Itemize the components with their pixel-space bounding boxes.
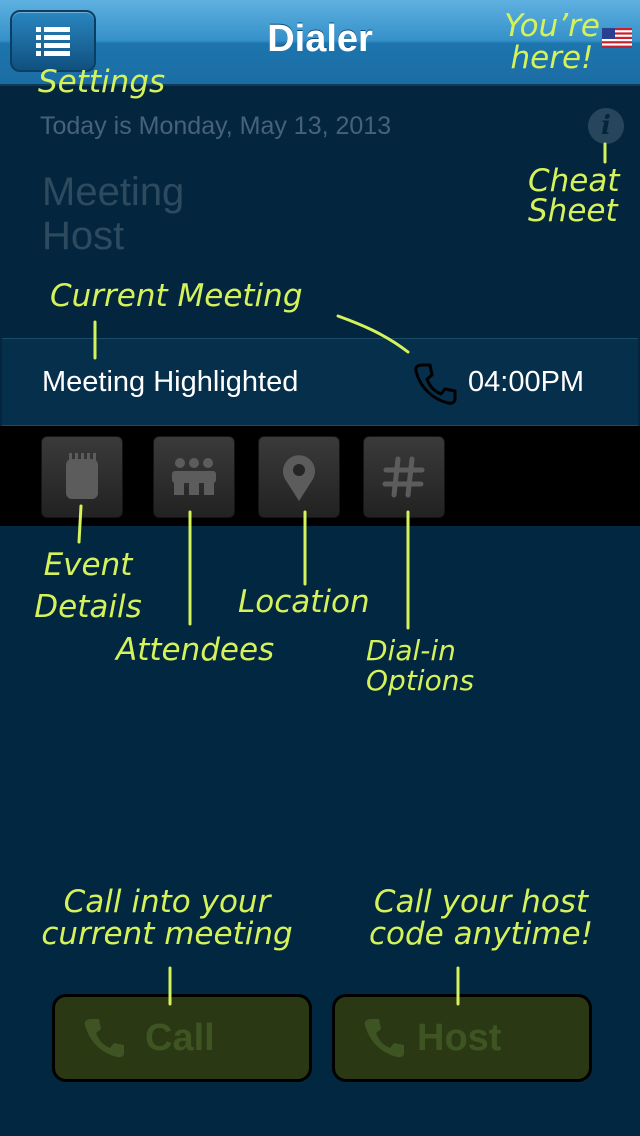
annotation-youre-here-line2: here! <box>510 40 594 76</box>
annotation-host-note-line1: Call your host <box>373 884 589 920</box>
annotation-attendees: Attendees <box>116 632 275 668</box>
annotation-call-note-line2: current meeting <box>41 916 293 952</box>
annotation-dialin-line2: Options <box>366 664 475 697</box>
annotation-dialin-line1: Dial-in <box>366 634 456 667</box>
annotation-call-note-line1: Call into your <box>63 884 271 920</box>
annotation-host-note-line2: code anytime! <box>368 916 594 952</box>
annotation-event-line1: Event <box>43 547 133 583</box>
annotation-location: Location <box>238 584 370 620</box>
annotation-event-line2: Details <box>34 589 142 625</box>
annotation-cheat-line1: Cheat <box>528 163 620 199</box>
annotation-youre-here-line1: You’re <box>504 8 600 44</box>
annotation-host-note: Call your host code anytime! <box>352 886 610 950</box>
annotation-event-details: Event Details <box>30 544 146 628</box>
annotation-call-note: Call into your current meeting <box>22 886 312 950</box>
annotation-cheat-sheet: Cheat Sheet <box>528 163 620 229</box>
annotation-dial-in-options: Dial-in Options <box>366 636 474 696</box>
annotation-current-meeting: Current Meeting <box>50 278 303 314</box>
annotation-settings: Settings <box>38 64 166 100</box>
annotation-cheat-line2: Sheet <box>528 193 618 229</box>
annotation-youre-here: You’re here! <box>500 10 604 74</box>
